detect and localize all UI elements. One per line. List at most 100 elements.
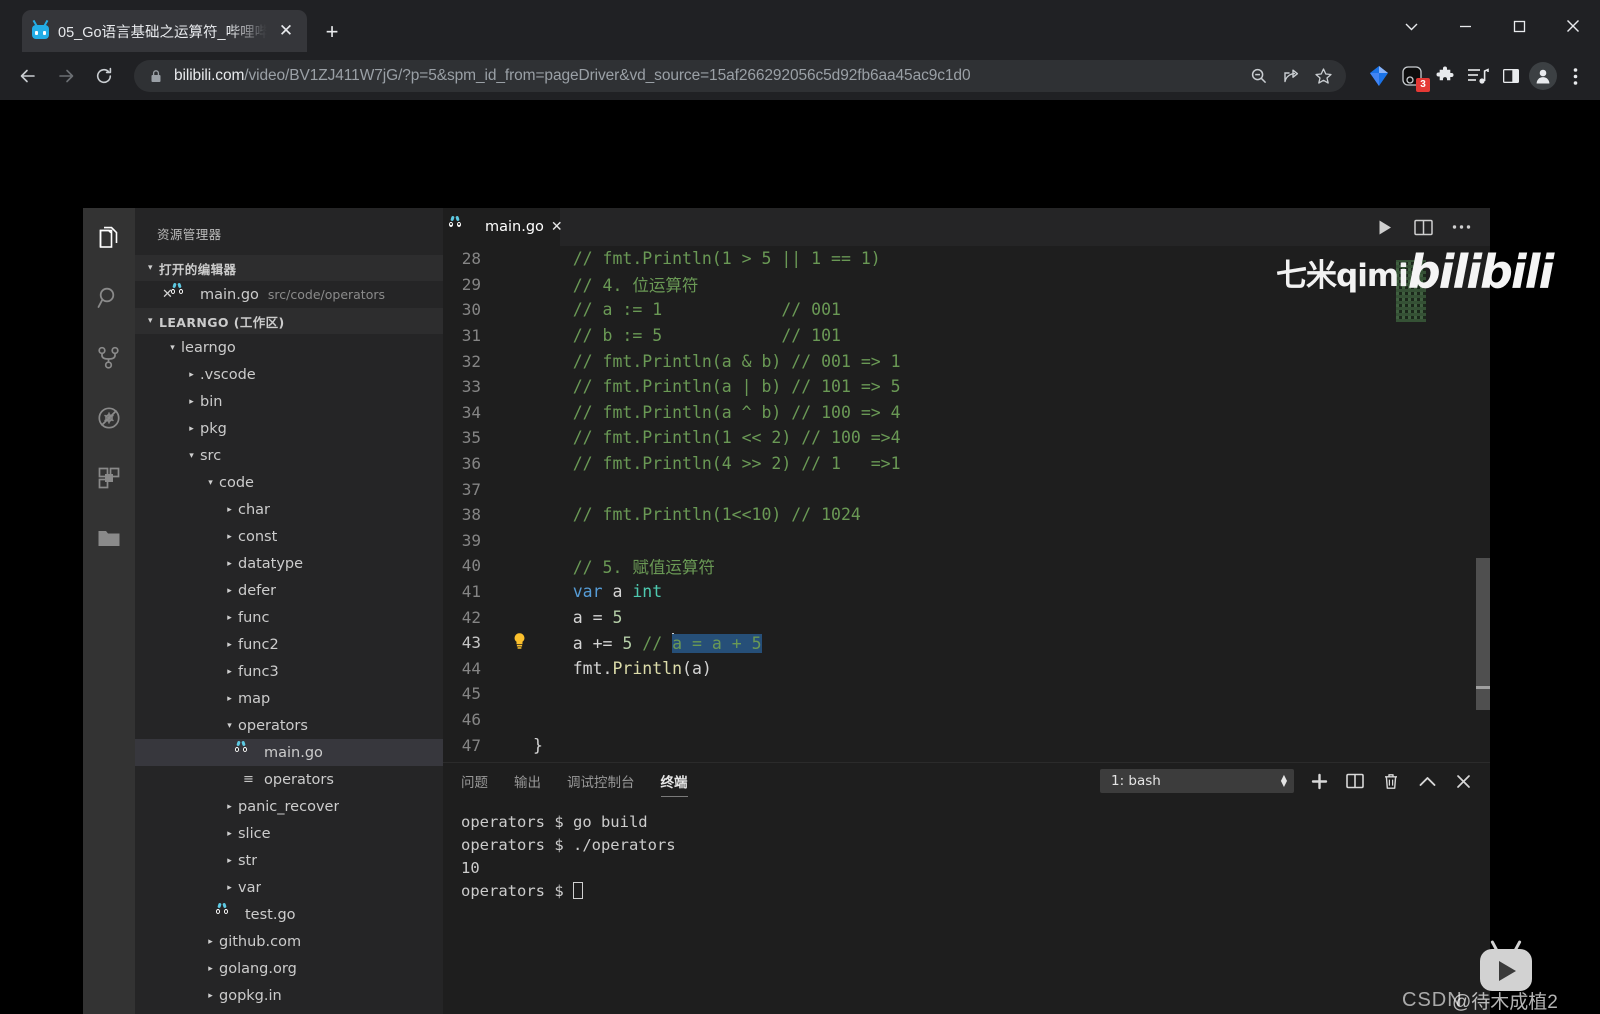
sidebar-item-run-and-debug[interactable] — [83, 388, 135, 448]
code-line[interactable]: 47} — [443, 732, 1490, 758]
chevron-right-icon[interactable]: ▸ — [221, 559, 238, 569]
chevron-right-icon[interactable]: ▸ — [202, 937, 219, 947]
chevron-up-icon[interactable] — [1416, 769, 1438, 793]
diamond-extension-icon[interactable] — [1364, 61, 1394, 91]
star-icon[interactable] — [1308, 61, 1338, 91]
sidebar-item-search[interactable] — [83, 268, 135, 328]
forward-arrow-icon[interactable] — [48, 58, 84, 94]
code-line[interactable]: 29 // 4. 位运算符 — [443, 272, 1490, 298]
tab-main-go[interactable]: main.go ✕ — [443, 208, 563, 246]
zoom-out-icon[interactable] — [1244, 61, 1274, 91]
split-editor-icon[interactable] — [1412, 208, 1434, 246]
chevron-right-icon[interactable]: ▸ — [221, 856, 238, 866]
chevron-right-icon[interactable]: ▸ — [221, 586, 238, 596]
sidebar-item-source-control[interactable] — [83, 328, 135, 388]
tree-item-bin[interactable]: ▸ bin — [135, 388, 443, 415]
video-player-stage[interactable]: 资源管理器 ▾ 打开的编辑器 ✕ main.go src/code/operat… — [0, 100, 1600, 1014]
puzzle-extensions-icon[interactable] — [1430, 61, 1460, 91]
chevron-right-icon[interactable]: ▸ — [221, 883, 238, 893]
sidebar-item-extensions[interactable] — [83, 448, 135, 508]
code-line[interactable]: 39 — [443, 528, 1490, 554]
split-icon[interactable] — [1344, 769, 1366, 793]
tree-item-github-com[interactable]: ▸ github.com — [135, 928, 443, 955]
chevron-down-icon[interactable]: ▾ — [183, 451, 200, 461]
tree-item-func[interactable]: ▸ func — [135, 604, 443, 631]
close-icon[interactable] — [1546, 0, 1600, 52]
lightbulb-icon[interactable] — [505, 632, 533, 654]
panel-tab[interactable]: 调试控制台 — [567, 763, 635, 799]
new-tab-button[interactable]: + — [318, 18, 346, 46]
code-line[interactable]: 35 // fmt.Println(1 << 2) // 100 =>4 — [443, 425, 1490, 451]
code-line[interactable]: 30 // a := 1 // 001 — [443, 297, 1490, 323]
code-line[interactable]: 45 — [443, 681, 1490, 707]
minimize-icon[interactable] — [1438, 0, 1492, 52]
code-line[interactable]: 32 // fmt.Println(a & b) // 001 => 1 — [443, 348, 1490, 374]
code-line[interactable]: 33 // fmt.Println(a | b) // 101 => 5 — [443, 374, 1490, 400]
panel-tab[interactable]: 输出 — [514, 763, 541, 799]
ellipsis-icon[interactable] — [1450, 208, 1472, 246]
chevron-down-icon[interactable]: ▾ — [221, 721, 238, 731]
chevron-right-icon[interactable]: ▸ — [221, 667, 238, 677]
terminal-select[interactable]: 1: bash ▲ ▼ — [1100, 769, 1294, 793]
chevron-down-icon[interactable] — [1384, 0, 1438, 52]
terminal-output[interactable]: operators $ go build operators $ ./opera… — [443, 799, 1490, 903]
tree-item--vscode[interactable]: ▸ .vscode — [135, 361, 443, 388]
chevron-down-icon[interactable]: ▾ — [202, 478, 219, 488]
profile-avatar-icon[interactable] — [1529, 62, 1557, 90]
tree-item-gopkg-in[interactable]: ▸ gopkg.in — [135, 982, 443, 1009]
chevron-right-icon[interactable]: ▸ — [202, 991, 219, 1001]
tree-item-pkg[interactable]: ▸ pkg — [135, 415, 443, 442]
workspace-header[interactable]: ▾ LEARNGO (工作区) — [135, 308, 443, 334]
tree-item-main-go[interactable]: main.go — [135, 739, 443, 766]
chevron-right-icon[interactable]: ▸ — [221, 802, 238, 812]
chevron-right-icon[interactable]: ▸ — [202, 964, 219, 974]
tree-item-operators[interactable]: ≡ operators — [135, 766, 443, 793]
capture-extension-icon[interactable]: 3 — [1397, 61, 1430, 92]
code-line[interactable]: 46 — [443, 707, 1490, 733]
chevron-right-icon[interactable]: ▸ — [221, 640, 238, 650]
maximize-icon[interactable] — [1492, 0, 1546, 52]
code-line[interactable]: 28 // fmt.Println(1 > 5 || 1 == 1) — [443, 246, 1490, 272]
close-icon[interactable] — [1452, 769, 1474, 793]
chevron-right-icon[interactable]: ▸ — [183, 397, 200, 407]
panel-tab[interactable]: 终端 — [660, 763, 688, 799]
plus-icon[interactable] — [1308, 769, 1330, 793]
browser-menu-icon[interactable] — [1560, 61, 1590, 91]
code-line[interactable]: 40 // 5. 赋值运算符 — [443, 553, 1490, 579]
reload-icon[interactable] — [86, 58, 122, 94]
tree-item-char[interactable]: ▸ char — [135, 496, 443, 523]
tree-item-test-go[interactable]: test.go — [135, 901, 443, 928]
close-icon[interactable]: ✕ — [275, 20, 297, 42]
code-line[interactable]: 41 var a int — [443, 579, 1490, 605]
tree-item-src[interactable]: ▾ src — [135, 442, 443, 469]
chevron-right-icon[interactable]: ▸ — [221, 694, 238, 704]
tree-item-learngo-code-workspace[interactable]: { }learngo.code-workspace — [135, 1009, 443, 1014]
tree-item-operators[interactable]: ▾ operators — [135, 712, 443, 739]
chevron-right-icon[interactable]: ▸ — [183, 370, 200, 380]
chevron-right-icon[interactable]: ▸ — [221, 829, 238, 839]
chevron-right-icon[interactable]: ▸ — [221, 613, 238, 623]
tree-item-learngo[interactable]: ▾ learngo — [135, 334, 443, 361]
open-editor-item[interactable]: ✕ main.go src/code/operators — [135, 281, 443, 308]
code-editor[interactable]: 28 // fmt.Println(1 > 5 || 1 == 1) 29 // … — [443, 246, 1490, 762]
tree-item-panic-recover[interactable]: ▸ panic_recover — [135, 793, 443, 820]
sidebar-item-explorer[interactable] — [83, 208, 135, 268]
chevron-down-icon[interactable]: ▾ — [164, 343, 181, 353]
chevron-right-icon[interactable]: ▸ — [221, 532, 238, 542]
address-bar[interactable]: bilibili.com/video/BV1ZJ411W7jG/?p=5&spm… — [134, 60, 1346, 92]
tree-item-golang-org[interactable]: ▸ golang.org — [135, 955, 443, 982]
chevron-right-icon[interactable]: ▸ — [221, 505, 238, 515]
open-editors-header[interactable]: ▾ 打开的编辑器 — [135, 255, 443, 281]
sidebar-item-manage[interactable] — [83, 1008, 135, 1014]
tree-item-const[interactable]: ▸ const — [135, 523, 443, 550]
code-line[interactable]: 43 a += 5 // a = a + 5 — [443, 630, 1490, 656]
tree-item-defer[interactable]: ▸ defer — [135, 577, 443, 604]
code-line[interactable]: 38 // fmt.Println(1<<10) // 1024 — [443, 502, 1490, 528]
tree-item-code[interactable]: ▾ code — [135, 469, 443, 496]
side-panel-icon[interactable] — [1496, 61, 1526, 91]
tree-item-func3[interactable]: ▸ func3 — [135, 658, 443, 685]
tree-item-map[interactable]: ▸ map — [135, 685, 443, 712]
code-line[interactable]: 37 — [443, 476, 1490, 502]
tree-item-datatype[interactable]: ▸ datatype — [135, 550, 443, 577]
media-list-icon[interactable] — [1463, 61, 1493, 91]
